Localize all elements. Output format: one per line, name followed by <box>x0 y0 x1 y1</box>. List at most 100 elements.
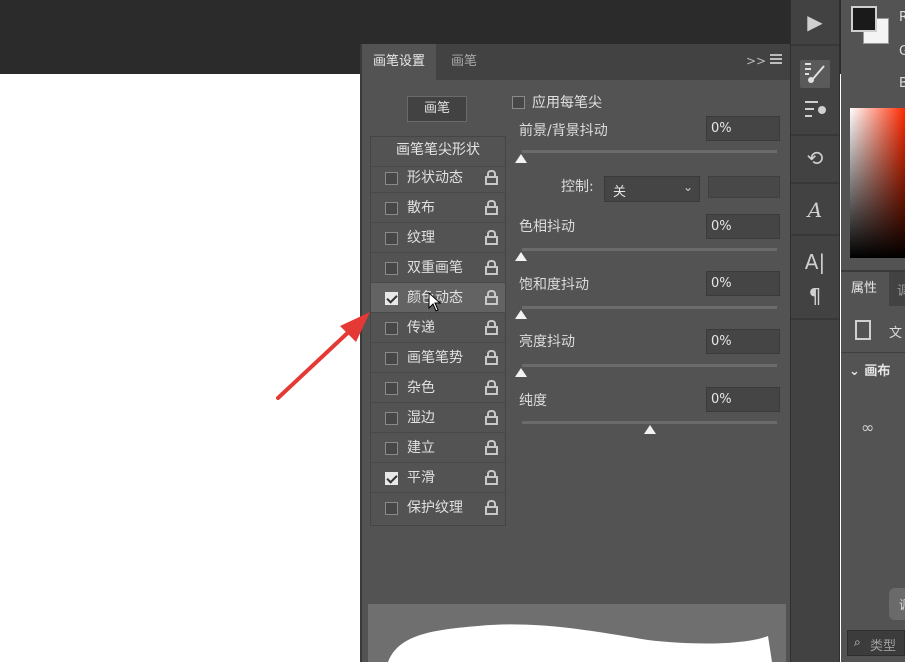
apply-per-tip-checkbox[interactable] <box>512 96 525 109</box>
list-item[interactable]: 画笔笔势 <box>371 343 505 373</box>
checkbox[interactable] <box>385 262 398 275</box>
list-item-label: 双重画笔 <box>407 260 463 276</box>
panel-menu-icon[interactable] <box>770 54 784 68</box>
list-item[interactable]: 双重画笔 <box>371 253 505 283</box>
lock-icon[interactable] <box>485 380 498 395</box>
divider <box>791 318 839 320</box>
control-select-value: 关 <box>613 185 627 200</box>
lock-icon[interactable] <box>485 200 498 215</box>
tab-brushes[interactable]: 画笔 <box>440 44 488 80</box>
tab-properties[interactable]: 属性 <box>841 272 889 306</box>
lock-icon[interactable] <box>485 320 498 335</box>
properties-side-button[interactable]: 调 <box>889 588 905 620</box>
document-canvas[interactable] <box>0 74 362 662</box>
list-item[interactable]: 传递 <box>371 313 505 343</box>
apply-per-tip-label: 应用每笔尖 <box>532 95 602 111</box>
list-item-label: 纹理 <box>407 230 435 246</box>
list-item[interactable]: 湿边 <box>371 403 505 433</box>
list-item-label: 传递 <box>407 320 435 336</box>
lock-icon[interactable] <box>485 290 498 305</box>
list-item[interactable]: 杂色 <box>371 373 505 403</box>
search-icon: ⌕ <box>854 635 861 649</box>
checkbox[interactable] <box>385 502 398 515</box>
double-chevron-right-icon[interactable]: >> <box>746 54 766 68</box>
link-icon[interactable]: ∞ <box>861 418 874 437</box>
checkbox[interactable] <box>385 412 398 425</box>
brush-presets-button[interactable]: 画笔 <box>407 96 467 122</box>
fg-bg-jitter-thumb[interactable] <box>515 154 527 163</box>
list-item[interactable]: 建立 <box>371 433 505 463</box>
brush-preset-icon[interactable] <box>800 96 830 124</box>
saturation-jitter-input[interactable]: 0% <box>706 271 780 296</box>
lock-icon[interactable] <box>485 410 498 425</box>
foreground-color-swatch[interactable] <box>851 6 877 32</box>
divider <box>791 44 839 46</box>
checkbox[interactable] <box>385 232 398 245</box>
lock-icon[interactable] <box>485 350 498 365</box>
brush-options-list: 画笔笔尖形状 形状动态 散布 纹理 双重画笔 颜色动态 传递 <box>370 136 506 526</box>
chevron-down-icon: ⌄ <box>849 364 865 379</box>
checkbox[interactable] <box>385 202 398 215</box>
divider <box>791 234 839 236</box>
list-item[interactable]: 散布 <box>371 193 505 223</box>
properties-tab-bar: 属性 调 <box>841 272 905 306</box>
checkbox[interactable] <box>385 172 398 185</box>
saturation-jitter-slider[interactable] <box>522 306 777 309</box>
control-label: 控制: <box>561 179 594 195</box>
hue-jitter-input[interactable]: 0% <box>706 214 780 239</box>
brightness-jitter-slider[interactable] <box>522 364 777 367</box>
canvas-section-header[interactable]: ⌄ 画布 <box>849 360 890 379</box>
divider <box>841 352 905 353</box>
list-item[interactable]: 纹理 <box>371 223 505 253</box>
panel-tab-bar: 画笔设置 画笔 >> <box>362 44 790 80</box>
stroke-preview-shape <box>388 624 772 662</box>
list-item[interactable]: 平滑 <box>371 463 505 493</box>
checkbox-checked[interactable] <box>385 292 398 305</box>
brightness-jitter-input[interactable]: 0% <box>706 329 780 354</box>
document-label: 文 <box>889 326 903 341</box>
character-icon[interactable]: A| <box>800 248 830 276</box>
paragraph-icon[interactable]: ¶ <box>800 282 830 310</box>
checkbox[interactable] <box>385 442 398 455</box>
canvas-section-title: 画布 <box>864 364 891 379</box>
history-icon[interactable]: ⟲ <box>800 144 830 172</box>
hue-jitter-thumb[interactable] <box>515 252 527 261</box>
lock-icon[interactable] <box>485 440 498 455</box>
hue-jitter-slider[interactable] <box>522 248 777 251</box>
control-select[interactable]: 关 ⌄ <box>604 176 700 202</box>
lock-icon[interactable] <box>485 470 498 485</box>
list-item-label: 建立 <box>407 440 435 456</box>
list-item[interactable]: 形状动态 <box>371 163 505 193</box>
lock-icon[interactable] <box>485 170 498 185</box>
tab-adjustments[interactable]: 调 <box>897 280 905 299</box>
checkbox[interactable] <box>385 322 398 335</box>
brush-settings-panel: 画笔设置 画笔 >> 画笔 画笔笔尖形状 形状动态 散布 纹理 双重画笔 传递 … <box>360 44 790 662</box>
checkbox-checked[interactable] <box>385 472 398 485</box>
list-item-label: 散布 <box>407 200 435 216</box>
lock-icon[interactable] <box>485 260 498 275</box>
character-style-icon[interactable]: A <box>800 196 830 224</box>
purity-thumb[interactable] <box>644 425 656 434</box>
layer-search-input[interactable]: ⌕ 类型 <box>847 630 905 656</box>
properties-side-button-label: 调 <box>899 596 905 613</box>
lock-icon[interactable] <box>485 500 498 515</box>
brightness-jitter-thumb[interactable] <box>515 368 527 377</box>
fg-bg-jitter-slider[interactable] <box>522 150 777 153</box>
divider <box>791 134 839 136</box>
color-picker-field[interactable] <box>850 108 905 258</box>
list-item[interactable]: 保护纹理 <box>371 493 505 523</box>
fg-bg-jitter-input[interactable]: 0% <box>706 116 780 141</box>
saturation-jitter-thumb[interactable] <box>515 310 527 319</box>
search-placeholder: 类型 <box>870 639 897 654</box>
brush-settings-icon[interactable] <box>800 60 830 88</box>
lock-icon[interactable] <box>485 230 498 245</box>
checkbox[interactable] <box>385 352 398 365</box>
b-label: B <box>899 76 905 91</box>
tab-brush-settings[interactable]: 画笔设置 <box>362 44 437 80</box>
mouse-cursor-icon <box>428 292 442 312</box>
document-icon <box>855 320 871 340</box>
purity-slider[interactable] <box>522 421 777 424</box>
purity-input[interactable]: 0% <box>706 387 780 412</box>
play-icon[interactable]: ▶ <box>800 8 830 36</box>
checkbox[interactable] <box>385 382 398 395</box>
